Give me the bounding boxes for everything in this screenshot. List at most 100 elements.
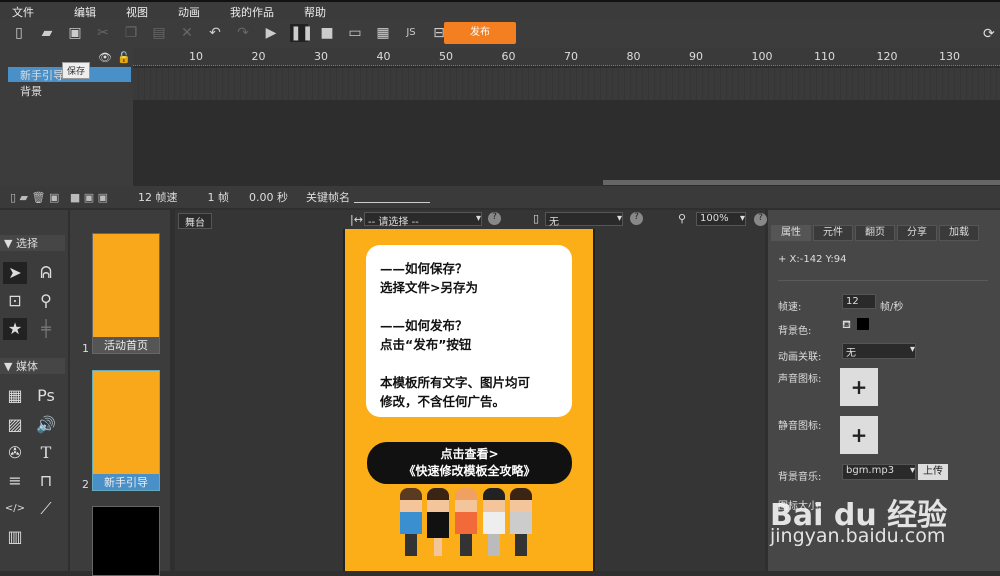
qrcode-icon[interactable]: ▦ (374, 24, 392, 42)
add-sound-icon-button[interactable]: + (840, 368, 878, 406)
tab-stage[interactable]: 舞台 (178, 213, 212, 229)
coords-readout: + X:-142 Y:94 (778, 254, 847, 265)
code-icon[interactable]: </> (3, 498, 27, 520)
menu-animation[interactable]: 动画 (178, 2, 200, 19)
fps-input[interactable]: 12 (842, 294, 876, 309)
ruler-tick: 70 (564, 50, 578, 63)
layer-tools-icon[interactable]: ▯ ▰ 🗑 ▣ ■ ▣ ▣ (10, 191, 108, 204)
anim-link-select[interactable]: 无 ▾ (842, 343, 916, 359)
ruler-tick: 40 (376, 50, 391, 63)
video-icon[interactable]: ✇ (3, 442, 27, 464)
device-select[interactable]: 无 ▾ (545, 212, 623, 228)
info-card[interactable]: ——如何保存？ 选择文件>另存为 ——如何发布？ 点击“发布”按钮 本模板所有文字、… (366, 245, 572, 417)
tab-components[interactable]: 元件 (813, 225, 853, 241)
page-number: 2 (82, 478, 89, 491)
timeline-frames[interactable] (133, 66, 1000, 186)
preview-icon[interactable]: ▭ (346, 24, 364, 42)
phone-icon: ▯ (533, 212, 540, 225)
film-icon[interactable]: ▥ (3, 526, 27, 548)
image-icon[interactable]: ▨ (3, 414, 27, 436)
eye-icon[interactable]: 👁 (98, 51, 112, 64)
chart-icon[interactable]: ⟋ (34, 498, 58, 520)
align-select-value: -- 请选择 -- (368, 217, 419, 228)
ruler-tick: 30 (314, 50, 328, 63)
help-icon[interactable]: ? (488, 212, 501, 225)
transform-icon[interactable]: ⊡ (3, 290, 27, 312)
undo-icon[interactable]: ↶ (206, 24, 224, 42)
timeline-ruler[interactable]: 10 20 30 40 50 60 70 80 90 100 110 120 130 (133, 48, 1000, 66)
menu-view[interactable]: 视图 (126, 2, 148, 19)
sound-icon[interactable]: 🔊 (34, 414, 58, 436)
page-label: 活动首页 (104, 339, 148, 352)
paste-icon[interactable]: ▤ (150, 24, 168, 42)
ruler-tick: 100 (751, 50, 773, 63)
stop-icon[interactable]: ■ (318, 24, 336, 42)
mute-icon-label: 静音图标: (778, 421, 822, 432)
tab-page-turn[interactable]: 翻页 (855, 225, 895, 241)
device-select-value: 无 (549, 217, 559, 228)
page-thumb-selected[interactable]: 新手引导 (92, 370, 160, 491)
layer-name: 新手引导 (20, 69, 64, 82)
guide-icon[interactable]: ╪ (34, 318, 58, 340)
anim-link-label: 动画关联: (778, 352, 822, 363)
copy-icon[interactable]: ❐ (122, 24, 140, 42)
watermark-url: jingyan.baidu.com (770, 525, 946, 547)
slideshow-icon[interactable]: ⊓ (34, 470, 58, 492)
tab-share[interactable]: 分享 (897, 225, 937, 241)
guide-bubble-button[interactable]: 点击查看> 《快速修改模板全攻略》 (367, 442, 572, 484)
align-select[interactable]: -- 请选择 -- ▾ (364, 212, 482, 228)
star-icon[interactable]: ★ (3, 318, 27, 340)
ruler-tick: 20 (251, 50, 266, 63)
bg-music-select[interactable]: bgm.mp3 ▾ (842, 464, 916, 480)
bg-color-swatch[interactable] (857, 318, 869, 330)
tab-loading[interactable]: 加载 (939, 225, 979, 241)
help-icon[interactable]: ? (630, 212, 643, 225)
sound-icon-label: 声音图标: (778, 374, 822, 385)
pointer-icon[interactable]: ➤ (3, 262, 27, 284)
page-thumb[interactable] (92, 506, 160, 576)
delete-icon[interactable]: ✕ (178, 24, 196, 42)
paragraph-icon[interactable]: ≡ (3, 470, 27, 492)
tools-panel: ▼ 选择 ➤ ᕱ ⊡ ⚲ ★ ╪ ▼ 媒体 ▦ Ps ▨ 🔊 ✇ T ≡ ⊓ <… (0, 210, 68, 571)
ruler-tick: 60 (501, 50, 516, 63)
save-icon[interactable]: ▣ (66, 24, 84, 42)
zoom-value: 100% (700, 213, 729, 224)
frame-readout: 1 帧 (207, 191, 230, 204)
lasso-icon[interactable]: ᕱ (34, 262, 58, 284)
redo-icon[interactable]: ↷ (234, 24, 252, 42)
refresh-icon[interactable]: ⟳ (983, 26, 995, 42)
new-file-icon[interactable]: ▯ (10, 24, 28, 42)
pause-icon[interactable]: ❚❚ (290, 24, 313, 42)
js-icon[interactable]: JS (402, 24, 420, 42)
keyframe-label: 关键帧名 (306, 191, 351, 204)
publish-button[interactable]: 发布 (444, 22, 516, 44)
select-section[interactable]: ▼ 选择 (0, 235, 65, 251)
anim-link-value: 无 (846, 348, 856, 359)
media-section[interactable]: ▼ 媒体 (0, 358, 65, 374)
lock-icon[interactable]: 🔓 (117, 51, 131, 64)
menu-file[interactable]: 文件 (12, 2, 34, 19)
open-folder-icon[interactable]: ▰ (38, 24, 56, 42)
menu-edit[interactable]: 编辑 (74, 2, 96, 19)
page-thumb[interactable]: 活动首页 (92, 233, 160, 354)
help-icon[interactable]: ? (754, 213, 767, 226)
photoshop-icon[interactable]: Ps (34, 385, 58, 407)
zoom-select[interactable]: 100% ▾ (696, 212, 746, 226)
menu-my-works[interactable]: 我的作品 (230, 2, 274, 19)
cut-icon[interactable]: ✂ (94, 24, 112, 42)
text-icon[interactable]: T (34, 442, 58, 464)
grid-icon[interactable]: ▦ (3, 385, 27, 407)
person-illustration (400, 488, 422, 556)
tab-properties[interactable]: 属性 (771, 225, 811, 241)
person-illustration (427, 488, 449, 556)
layer-row[interactable]: 背景 (8, 83, 131, 98)
paint-bucket-icon[interactable]: ⛾ (842, 318, 851, 333)
add-mute-icon-button[interactable]: + (840, 416, 878, 454)
upload-button[interactable]: 上传 (918, 464, 948, 480)
zoom-icon[interactable]: ⚲ (34, 290, 58, 312)
layer-name: 背景 (20, 85, 42, 98)
menu-help[interactable]: 帮助 (304, 2, 326, 19)
keyframe-input[interactable] (354, 191, 431, 203)
timeline-scrollbar[interactable] (603, 180, 1000, 185)
play-icon[interactable]: ▶ (262, 24, 280, 42)
